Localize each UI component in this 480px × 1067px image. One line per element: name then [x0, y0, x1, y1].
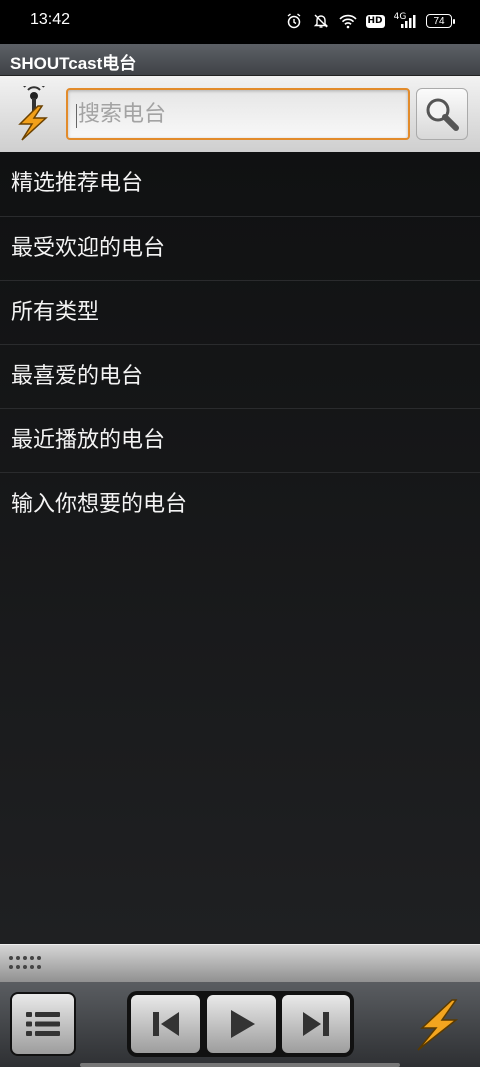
list-item-popular[interactable]: 最受欢迎的电台	[0, 217, 480, 281]
list-item-custom[interactable]: 输入你想要的电台	[0, 473, 480, 537]
station-menu-list: 精选推荐电台 最受欢迎的电台 所有类型 最喜爱的电台 最近播放的电台 输入你想要…	[0, 152, 480, 944]
shoutcast-logo-icon	[8, 81, 56, 142]
list-item-genres[interactable]: 所有类型	[0, 281, 480, 345]
signal-icon: 4G	[393, 12, 417, 30]
list-item-recent[interactable]: 最近播放的电台	[0, 409, 480, 473]
status-icons: HD 4G 74	[285, 12, 455, 30]
previous-button[interactable]	[129, 993, 202, 1055]
alarm-icon	[285, 12, 303, 30]
hd-icon: HD	[365, 12, 385, 30]
status-time: 13:42	[30, 11, 71, 28]
text-caret	[76, 104, 77, 128]
play-button[interactable]	[205, 993, 278, 1055]
hd-label: HD	[365, 14, 385, 28]
search-bar	[0, 76, 480, 152]
winamp-bolt-button[interactable]	[412, 998, 462, 1052]
list-item-featured[interactable]: 精选推荐电台	[0, 152, 480, 217]
title-bar: SHOUTcast电台	[0, 44, 480, 76]
next-icon	[303, 1012, 329, 1036]
previous-icon	[152, 1012, 179, 1036]
battery-icon: 74	[426, 14, 455, 28]
status-bar: 13:42 HD 4G 74	[0, 0, 480, 44]
next-button[interactable]	[280, 993, 352, 1055]
wifi-icon	[339, 12, 357, 30]
play-icon	[230, 1010, 255, 1038]
mute-icon	[312, 12, 330, 30]
gesture-bar[interactable]	[80, 1063, 400, 1067]
search-button[interactable]	[416, 88, 468, 140]
app-title: SHOUTcast电台	[10, 54, 137, 73]
list-item-favorites[interactable]: 最喜爱的电台	[0, 345, 480, 409]
drawer-handle[interactable]	[0, 944, 480, 983]
network-type: 4G	[393, 11, 407, 22]
search-input[interactable]	[66, 88, 410, 140]
search-icon	[426, 98, 459, 131]
list-icon	[26, 1012, 60, 1036]
menu-list-button[interactable]	[10, 992, 76, 1056]
player-bar	[0, 982, 480, 1067]
winamp-bolt-icon	[417, 999, 459, 1051]
grip-icon	[9, 956, 44, 969]
